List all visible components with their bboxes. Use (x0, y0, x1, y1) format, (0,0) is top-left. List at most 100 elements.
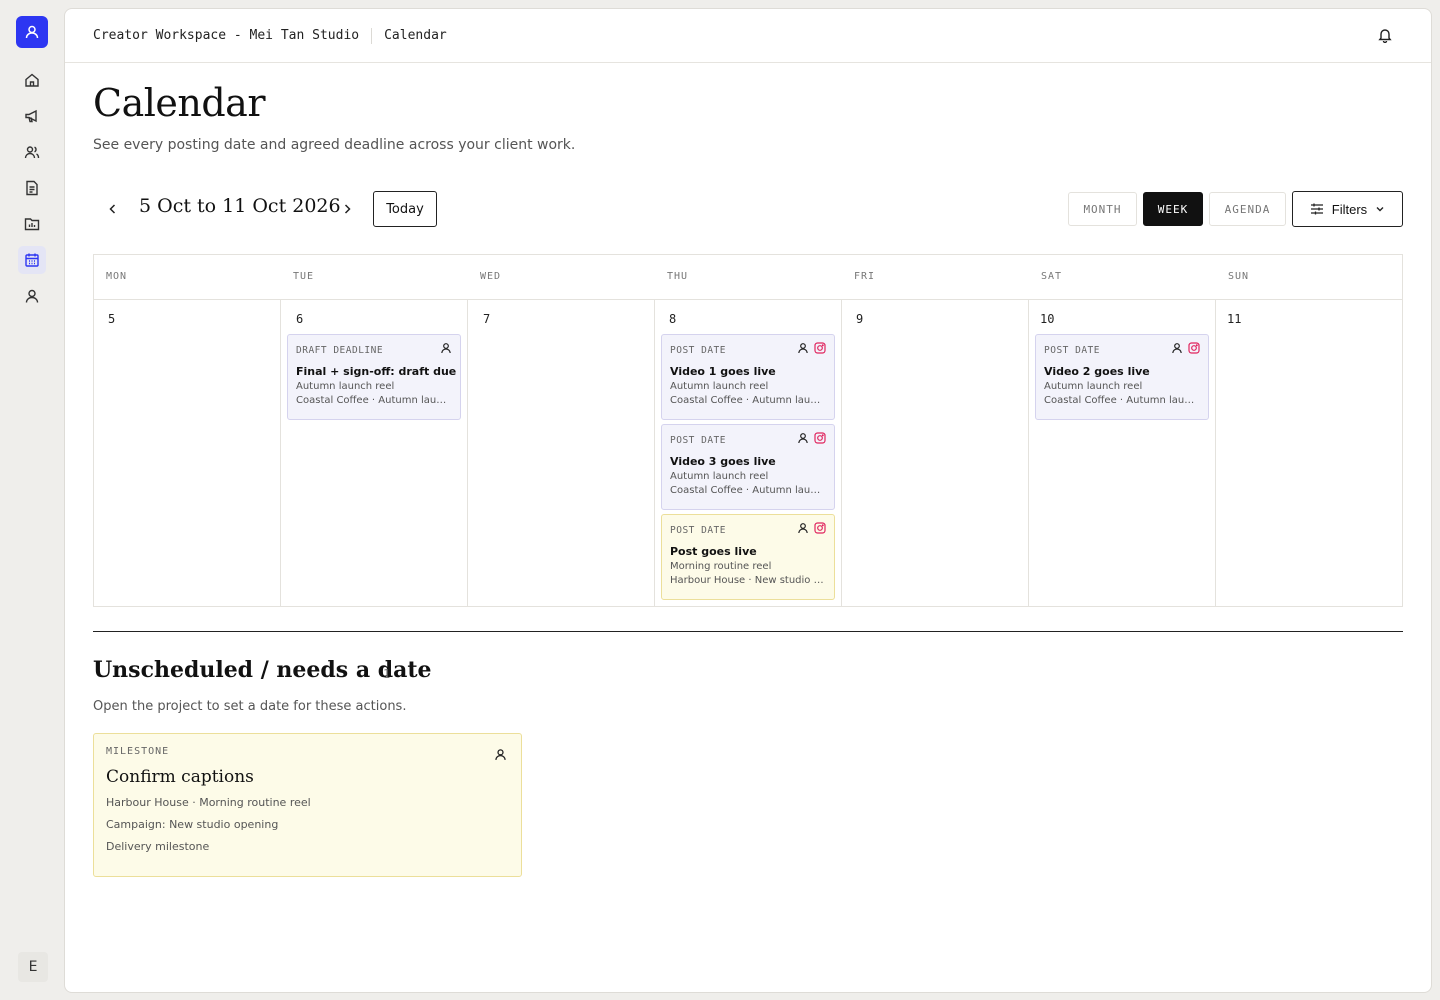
user-icon (798, 523, 808, 534)
page-subtitle: See every posting date and agreed deadli… (93, 137, 576, 153)
column-divider (841, 300, 842, 607)
unscheduled-subtitle: Open the project to set a date for these… (93, 699, 407, 714)
user-icon (798, 433, 808, 444)
event-icons (797, 342, 826, 354)
breadcrumb-workspace[interactable]: Creator Workspace - Mei Tan Studio (93, 28, 359, 43)
sidebar-item-clients[interactable] (18, 138, 46, 166)
event-icons (1171, 342, 1200, 354)
sidebar-item-home[interactable] (18, 66, 46, 94)
day-name-sat: SAT (1041, 271, 1063, 282)
event-project: Autumn launch reel (670, 381, 769, 392)
instagram-icon (814, 522, 826, 534)
unscheduled-count: 1 (383, 667, 391, 681)
event-project: Morning routine reel (670, 561, 772, 572)
column-divider (1028, 300, 1029, 607)
event-client: Coastal Coffee · Autumn launch (670, 485, 826, 496)
event-card[interactable]: POST DATE Video 3 goes live Autumn launc… (661, 424, 835, 510)
megaphone-icon (25, 109, 37, 123)
view-agenda-button[interactable]: AGENDA (1209, 192, 1286, 226)
milestone-client: Harbour House · Morning routine reel (106, 796, 311, 809)
event-client: Harbour House · New studio o... (670, 575, 826, 586)
chevron-right-icon (344, 204, 351, 214)
instagram-icon (1188, 342, 1200, 354)
event-card[interactable]: POST DATE Video 2 goes live Autumn launc… (1035, 334, 1209, 420)
day-name-wed: WED (480, 271, 502, 282)
sidebar-item-calendar[interactable] (18, 246, 46, 274)
milestone-title: Confirm captions (106, 767, 254, 787)
instagram-icon (814, 342, 826, 354)
user-icon (798, 343, 808, 354)
day-number: 5 (108, 312, 116, 326)
event-card[interactable]: DRAFT DEADLINE Final + sign-off: draft d… (287, 334, 461, 420)
notifications-button[interactable] (1377, 27, 1393, 47)
event-project: Autumn launch reel (296, 381, 395, 392)
view-month-button[interactable]: MONTH (1068, 192, 1137, 226)
user-avatar[interactable]: E (18, 952, 48, 982)
sidebar: E (0, 0, 64, 1000)
event-title: Video 1 goes live (670, 365, 776, 378)
event-card[interactable]: POST DATE Video 1 goes live Autumn launc… (661, 334, 835, 420)
filters-button[interactable]: Filters (1292, 191, 1403, 227)
users-icon (24, 146, 40, 159)
event-type: DRAFT DEADLINE (296, 345, 384, 356)
bell-icon (1378, 29, 1392, 44)
unscheduled-title: Unscheduled / needs a date (93, 657, 432, 683)
event-client: Coastal Coffee · Autumn launch (670, 395, 826, 406)
user-icon (495, 749, 506, 760)
event-icons (797, 432, 826, 444)
event-project: Autumn launch reel (1044, 381, 1143, 392)
event-client: Coastal Coffee · Autumn launch (296, 395, 452, 406)
topbar: Creator Workspace - Mei Tan Studio Calen… (65, 9, 1431, 63)
day-number: 11 (1227, 312, 1242, 326)
sidebar-item-documents[interactable] (18, 174, 46, 202)
event-card[interactable]: POST DATE Post goes live Morning routine… (661, 514, 835, 600)
folder-chart-icon (24, 218, 40, 231)
filters-label: Filters (1331, 201, 1368, 217)
event-title: Final + sign-off: draft due (296, 365, 457, 378)
column-divider (654, 300, 655, 607)
instagram-icon (814, 432, 826, 444)
workspace-avatar[interactable] (16, 16, 48, 48)
view-week-button[interactable]: WEEK (1143, 192, 1203, 226)
page-title: Calendar (93, 81, 266, 125)
chevron-down-icon (1376, 207, 1384, 212)
user-icon (1172, 343, 1182, 354)
column-divider (1215, 300, 1216, 607)
column-divider (280, 300, 281, 607)
day-number: 6 (296, 312, 304, 326)
user-icon (25, 289, 39, 303)
sliders-icon (1310, 203, 1323, 215)
next-week-button[interactable] (337, 199, 357, 219)
day-name-tue: TUE (293, 271, 315, 282)
day-name-mon: MON (106, 271, 128, 282)
user-icon (25, 25, 39, 39)
breadcrumb-section: Calendar (384, 28, 447, 43)
calendar-header-row: MON TUE WED THU FRI SAT SUN (94, 255, 1402, 300)
event-title: Video 3 goes live (670, 455, 776, 468)
event-icons (797, 522, 826, 534)
home-icon (25, 73, 39, 87)
day-name-fri: FRI (854, 271, 876, 282)
milestone-card[interactable]: MILESTONE Confirm captions Harbour House… (93, 733, 522, 877)
today-button[interactable]: Today (373, 191, 437, 227)
day-number: 8 (669, 312, 677, 326)
date-range-label: 5 Oct to 11 Oct 2026 (139, 195, 341, 217)
main-panel: Creator Workspace - Mei Tan Studio Calen… (64, 8, 1432, 993)
day-name-thu: THU (667, 271, 689, 282)
previous-week-button[interactable] (103, 199, 123, 219)
event-project: Autumn launch reel (670, 471, 769, 482)
calendar-controls: 5 Oct to 11 Oct 2026 Today MONTH WEEK AG… (93, 191, 1403, 227)
section-divider (93, 631, 1403, 632)
week-calendar: MON TUE WED THU FRI SAT SUN 5 6 7 8 9 10… (93, 254, 1403, 607)
milestone-campaign: Campaign: New studio opening (106, 818, 279, 831)
milestone-kind: Delivery milestone (106, 840, 210, 853)
sidebar-item-profile[interactable] (18, 282, 46, 310)
column-divider (467, 300, 468, 607)
chevron-left-icon (109, 204, 116, 214)
day-number: 9 (856, 312, 864, 326)
sidebar-item-campaigns[interactable] (18, 102, 46, 130)
sidebar-item-reports[interactable] (18, 210, 46, 238)
assignee (494, 746, 507, 765)
event-client: Coastal Coffee · Autumn launch (1044, 395, 1200, 406)
breadcrumb-divider (371, 27, 373, 44)
